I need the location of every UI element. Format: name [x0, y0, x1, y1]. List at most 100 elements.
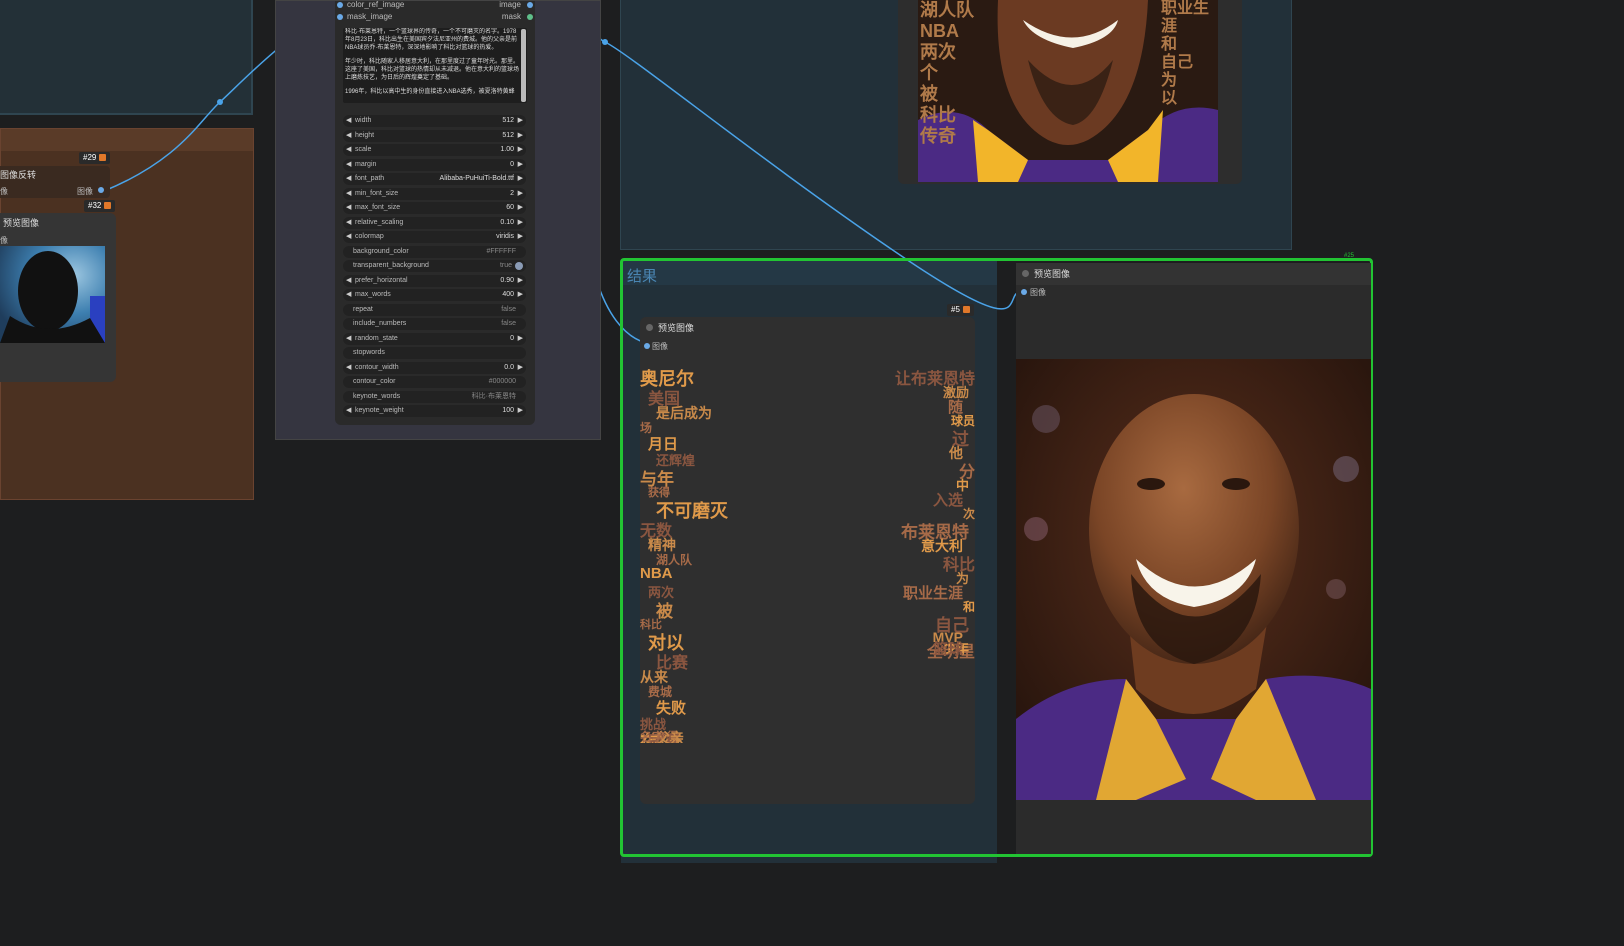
widget-margin[interactable]: ◀ margin 0 ▶ — [343, 158, 526, 171]
widget-font-path[interactable]: ◀ font_path Alibaba-PuHuiTi-Bold.ttf ▶ — [343, 173, 526, 185]
widget-label: transparent_background — [353, 262, 429, 269]
image-invert-input-label: 像 — [0, 187, 8, 196]
widget-label: stopwords — [353, 349, 385, 356]
widget-label: font_path — [355, 175, 385, 182]
widget-value: 0 — [510, 160, 514, 168]
widget-value: 512 — [502, 131, 514, 139]
increment-arrow-icon[interactable]: ▶ — [518, 159, 523, 171]
widget-label: include_numbers — [353, 320, 407, 327]
widget-value: false — [501, 305, 516, 313]
text-paragraph: 科比·布莱恩特，一个篮球界的传奇，一个不可磨灭的名字。1978年8月23日，科比… — [345, 29, 518, 51]
image-invert-output-port[interactable] — [98, 187, 104, 193]
preview-right-input-label: 图像 — [1030, 288, 1046, 297]
widget-value: #FFFFFF — [486, 247, 516, 255]
toggle-indicator[interactable] — [515, 262, 523, 270]
output-port-image[interactable] — [527, 2, 533, 8]
node-wordcloud[interactable]: color_ref_image image mask_image mask 科比… — [335, 0, 535, 425]
widget-scale[interactable]: ◀ scale 1.00 ▶ — [343, 144, 526, 156]
widget-max-words[interactable]: ◀ max_words 400 ▶ — [343, 289, 526, 301]
widget-transparent-background[interactable]: transparent_background true — [343, 260, 526, 272]
increment-arrow-icon[interactable]: ▶ — [518, 289, 523, 301]
widget-max-font-size[interactable]: ◀ max_font_size 60 ▶ — [343, 202, 526, 214]
widget-label: scale — [355, 146, 372, 153]
increment-arrow-icon[interactable]: ▶ — [518, 130, 523, 142]
widget-value: 100 — [502, 407, 514, 414]
decrement-arrow-icon[interactable]: ◀ — [346, 115, 351, 127]
decrement-arrow-icon[interactable]: ◀ — [346, 333, 351, 345]
node-preview-right-header[interactable]: 预览图像 — [1016, 263, 1371, 285]
decrement-arrow-icon[interactable]: ◀ — [346, 159, 351, 171]
increment-arrow-icon[interactable]: ▶ — [518, 362, 523, 374]
increment-arrow-icon[interactable]: ▶ — [518, 144, 523, 156]
decrement-arrow-icon[interactable]: ◀ — [346, 217, 351, 229]
decrement-arrow-icon[interactable]: ◀ — [346, 289, 351, 301]
node-status-icon — [104, 202, 112, 210]
increment-arrow-icon[interactable]: ▶ — [518, 173, 523, 185]
widget-include-numbers[interactable]: include_numbers false — [343, 318, 526, 330]
collapse-dot[interactable] — [1022, 270, 1029, 277]
preview-left-input-label: 像 — [0, 236, 8, 245]
top-image-words-left: 湖人队 NBA 两次个被科比 传奇 — [920, 0, 974, 146]
widget-value: 400 — [502, 291, 514, 298]
widget-min-font-size[interactable]: ◀ min_font_size 2 ▶ — [343, 187, 526, 200]
decrement-arrow-icon[interactable]: ◀ — [346, 405, 351, 417]
increment-arrow-icon[interactable]: ▶ — [518, 202, 523, 214]
widget-label: min_font_size — [355, 189, 399, 197]
widget-label: contour_width — [355, 363, 399, 371]
node-badge-29: #29 — [79, 152, 111, 164]
decrement-arrow-icon[interactable]: ◀ — [346, 231, 351, 243]
top-image-words-right: 职业生涯和自己为以 — [1161, 0, 1210, 107]
widget-keynote-weight[interactable]: ◀ keynote_weight 100 ▶ — [343, 405, 526, 417]
widget-stopwords[interactable]: stopwords — [343, 347, 526, 359]
node-preview-top[interactable]: 湖人队 NBA 两次个被科比 传奇 职业生涯和自己为以 — [898, 0, 1242, 184]
increment-arrow-icon[interactable]: ▶ — [518, 217, 523, 229]
text-input-area[interactable]: 科比·布莱恩特，一个篮球界的传奇，一个不可磨灭的名字。1978年8月23日，科比… — [343, 28, 527, 103]
increment-arrow-icon[interactable]: ▶ — [518, 275, 523, 287]
decrement-arrow-icon[interactable]: ◀ — [346, 144, 351, 156]
increment-arrow-icon[interactable]: ▶ — [518, 188, 523, 200]
widget-prefer-horizontal[interactable]: ◀ prefer_horizontal 0.90 ▶ — [343, 274, 526, 287]
decrement-arrow-icon[interactable]: ◀ — [346, 188, 351, 200]
widget-value: 2 — [510, 189, 514, 197]
widget-label: random_state — [355, 334, 398, 342]
widget-colormap[interactable]: ◀ colormap viridis ▶ — [343, 231, 526, 243]
decrement-arrow-icon[interactable]: ◀ — [346, 202, 351, 214]
widget-width[interactable]: ◀ width 512 ▶ — [343, 115, 526, 127]
output-label-mask: mask — [501, 12, 521, 21]
decrement-arrow-icon[interactable]: ◀ — [346, 130, 351, 142]
widget-keynote-words[interactable]: keynote_words 科比·布莱恩特 — [343, 390, 526, 403]
decrement-arrow-icon[interactable]: ◀ — [346, 173, 351, 185]
increment-arrow-icon[interactable]: ▶ — [518, 405, 523, 417]
node-status-icon — [99, 154, 107, 162]
decrement-arrow-icon[interactable]: ◀ — [346, 275, 351, 287]
input-label-mask: mask_image — [347, 12, 393, 21]
widget-contour-color[interactable]: contour_color #000000 — [343, 376, 526, 388]
widget-value: 1.00 — [500, 146, 514, 153]
node-preview-left[interactable]: 预览图像 像 — [0, 213, 116, 382]
node-preview-right[interactable]: 预览图像 图像 — [1016, 263, 1371, 854]
input-port-color-ref[interactable] — [337, 2, 343, 8]
widget-label: colormap — [355, 233, 384, 240]
textarea-scrollbar[interactable] — [521, 29, 526, 102]
input-port-mask[interactable] — [337, 14, 343, 20]
increment-arrow-icon[interactable]: ▶ — [518, 333, 523, 345]
widget-value: 0.10 — [500, 218, 514, 226]
widget-random-state[interactable]: ◀ random_state 0 ▶ — [343, 332, 526, 345]
widget-background-color[interactable]: background_color #FFFFFF — [343, 245, 526, 258]
widget-height[interactable]: ◀ height 512 ▶ — [343, 129, 526, 142]
widget-repeat[interactable]: repeat false — [343, 303, 526, 316]
decrement-arrow-icon[interactable]: ◀ — [346, 362, 351, 374]
increment-arrow-icon[interactable]: ▶ — [518, 231, 523, 243]
input-mask-image[interactable]: mask_image mask — [335, 11, 535, 23]
preview-right-input-port[interactable] — [1021, 289, 1027, 295]
widget-value: false — [501, 320, 516, 327]
widget-relative-scaling[interactable]: ◀ relative_scaling 0.10 ▶ — [343, 216, 526, 229]
widget-contour-width[interactable]: ◀ contour_width 0.0 ▶ — [343, 361, 526, 374]
node-badge-25: #25 — [1344, 253, 1355, 259]
widget-value: true — [499, 262, 512, 269]
widget-value: 60 — [506, 204, 514, 211]
increment-arrow-icon[interactable]: ▶ — [518, 115, 523, 127]
node-image-invert[interactable]: 图像反转 像 图像 — [0, 166, 110, 198]
output-port-mask[interactable] — [527, 14, 533, 20]
input-color-ref-image[interactable]: color_ref_image image — [335, 0, 535, 11]
